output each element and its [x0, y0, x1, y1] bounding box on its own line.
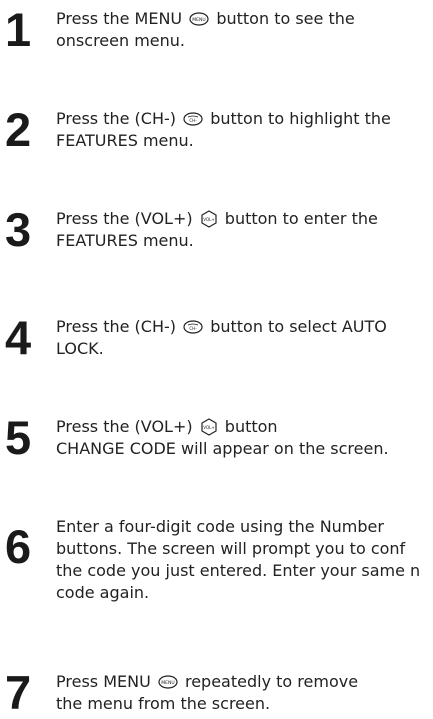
svg-text:VOL+: VOL+ [203, 425, 214, 430]
step-number: 5 [5, 411, 32, 464]
step-text-after: button to select AUTO [210, 317, 387, 336]
step-number: 2 [5, 103, 32, 156]
step-text-after: button to enter the [224, 209, 378, 228]
step-line: LOCK. [56, 339, 104, 358]
step-line: Press MENU MENU repeatedly to remove [56, 671, 358, 693]
step-text-before: Press the (CH-) [56, 109, 176, 128]
step-line: Enter a four-digit code using the Number [56, 517, 384, 536]
step-number: 6 [5, 520, 32, 573]
step-text-after: button [224, 417, 278, 436]
step-line: the menu from the screen. [56, 694, 271, 713]
step-line: CHANGE CODE will appear on the screen. [56, 439, 389, 458]
step-line: buttons. The screen will prompt you to c… [56, 539, 406, 558]
step-line: code again. [56, 583, 150, 602]
menu-button-icon: MENU [189, 12, 209, 26]
svg-text:VOL+: VOL+ [203, 217, 214, 222]
vol-plus-button-icon: VOL+ [200, 210, 218, 228]
step-number: 1 [5, 3, 32, 56]
svg-text:MENU: MENU [193, 17, 206, 23]
step-text-before: Press the (VOL+) [56, 209, 193, 228]
step-text-before: Press the MENU [56, 9, 183, 28]
step-text-before: Press the (CH-) [56, 317, 176, 336]
step-text: Press the (CH-) CH- button to select AUT… [56, 316, 387, 360]
step-line: Press the (CH-) CH- button to select AUT… [56, 316, 387, 338]
step-line: Press the (VOL+) VOL+ button to enter th… [56, 208, 378, 230]
step-line: onscreen menu. [56, 31, 185, 50]
step-text: Press the MENU MENU button to see the on… [56, 8, 355, 52]
step-text-after: button to see the [216, 9, 355, 28]
step-number: 3 [5, 203, 32, 256]
menu-button-icon: MENU [158, 675, 178, 689]
step-number: 4 [5, 311, 32, 364]
step-number: 7 [5, 666, 32, 719]
step-line: Press the MENU MENU button to see the [56, 8, 355, 30]
svg-text:CH-: CH- [189, 326, 197, 331]
vol-plus-button-icon: VOL+ [200, 418, 218, 436]
ch-minus-button-icon: CH- [183, 320, 203, 334]
svg-text:MENU: MENU [161, 680, 174, 686]
step-text-after: repeatedly to remove [184, 672, 359, 691]
step-text-after: button to highlight the [210, 109, 391, 128]
ch-minus-button-icon: CH- [183, 112, 203, 126]
step-text: Enter a four-digit code using the Number… [56, 516, 420, 604]
step-text-before: Press MENU [56, 672, 151, 691]
step-text-before: Press the (VOL+) [56, 417, 193, 436]
step-text: Press MENU MENU repeatedly to remove the… [56, 671, 358, 715]
step-line: FEATURES menu. [56, 231, 194, 250]
step-line: the code you just entered. Enter your sa… [56, 561, 421, 580]
step-text: Press the (VOL+) VOL+ button CHANGE CODE… [56, 416, 389, 460]
step-line: FEATURES menu. [56, 131, 194, 150]
step-line: Press the (CH-) CH- button to highlight … [56, 108, 391, 130]
step-line: Press the (VOL+) VOL+ button [56, 416, 389, 438]
step-text: Press the (VOL+) VOL+ button to enter th… [56, 208, 378, 252]
step-text: Press the (CH-) CH- button to highlight … [56, 108, 391, 152]
svg-text:CH-: CH- [189, 118, 197, 123]
